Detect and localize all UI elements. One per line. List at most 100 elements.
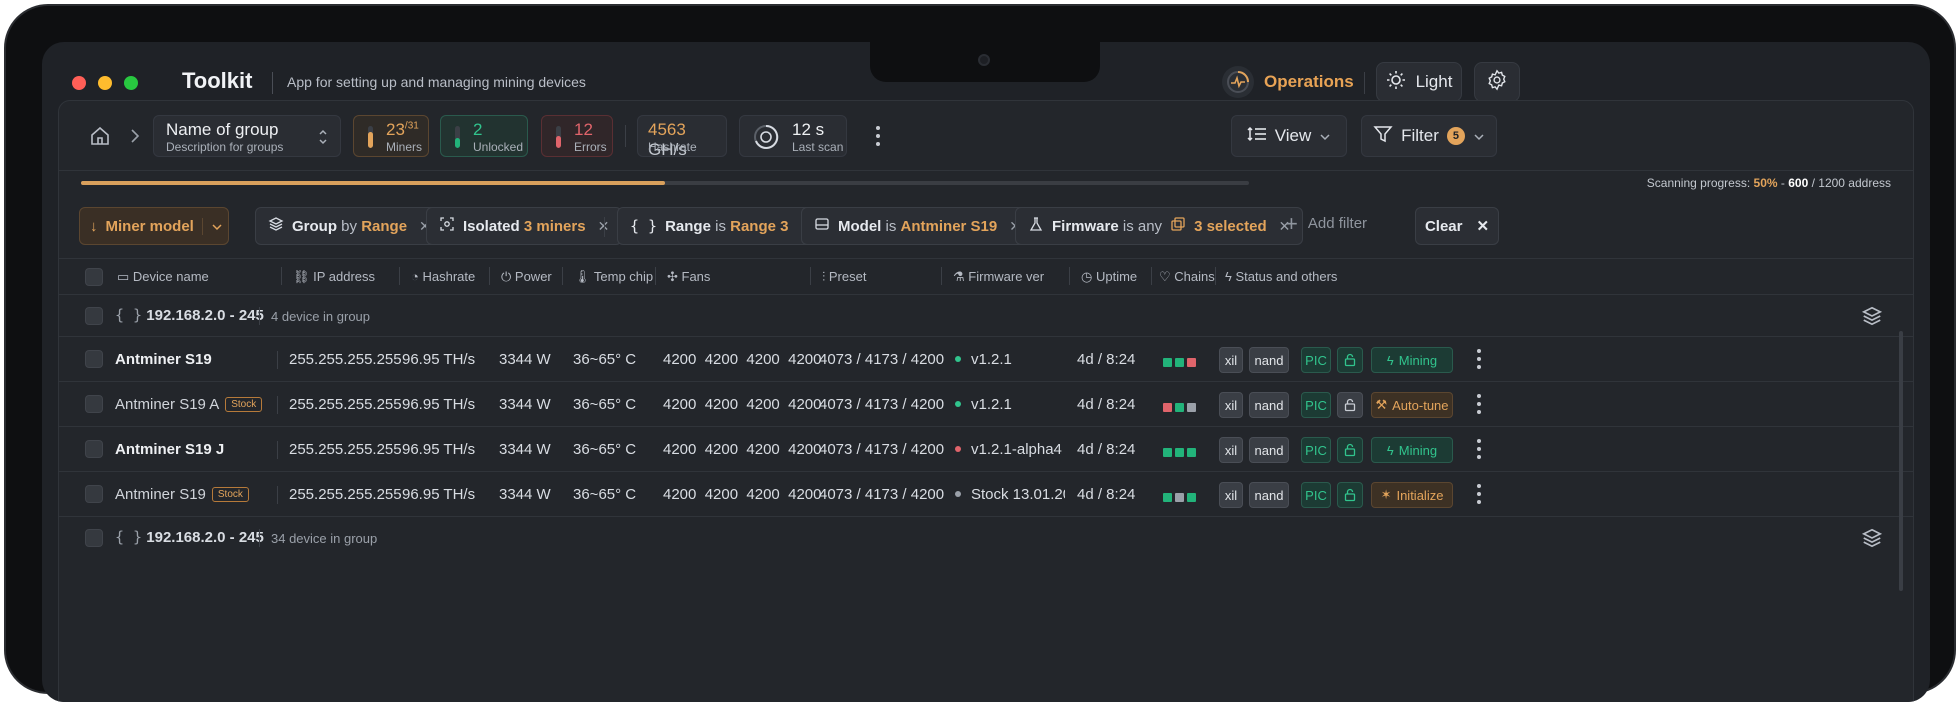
copy-icon xyxy=(1170,216,1186,236)
col-device-name[interactable]: ▭ Device name xyxy=(117,269,209,285)
row-checkbox[interactable] xyxy=(85,485,103,503)
status-badge[interactable]: ✶ Initialize xyxy=(1371,482,1453,508)
filter-button[interactable]: Filter 5 xyxy=(1361,115,1497,157)
group-selector[interactable]: Name of group Description for groups xyxy=(153,115,341,157)
filter-chip-range[interactable]: { } Range is Range 3 ✕ xyxy=(617,207,826,245)
col-preset[interactable]: ⫶ Preset xyxy=(822,269,866,285)
layers-icon[interactable] xyxy=(1861,305,1883,332)
xil-tag[interactable]: xil xyxy=(1219,392,1243,418)
table-row[interactable]: Antminer S19 A Stock 255.255.255.255 96.9… xyxy=(59,382,1913,427)
col-status[interactable]: ϟ Status and others xyxy=(1225,269,1337,284)
operations-button[interactable]: Operations xyxy=(1222,64,1354,100)
filter-chip-group-by[interactable]: Group by Range ✕ xyxy=(255,207,444,245)
nand-tag[interactable]: nand xyxy=(1249,392,1289,418)
col-firmware[interactable]: ⚗ Firmware ver xyxy=(953,269,1044,285)
pic-tag[interactable]: PIC xyxy=(1301,437,1331,463)
status-badge[interactable]: ⚒ Auto-tune xyxy=(1371,392,1453,418)
isolated-value: 3 miners xyxy=(523,217,586,235)
row-more-menu[interactable] xyxy=(1477,394,1481,414)
device-name[interactable]: Antminer S19 A Stock xyxy=(115,396,263,413)
status-badge[interactable]: ϟ Mining xyxy=(1371,347,1453,373)
table-scrollbar[interactable] xyxy=(1899,331,1903,591)
status-icon: ϟ xyxy=(1386,442,1394,458)
stock-badge: Stock xyxy=(211,487,249,502)
view-label: View xyxy=(1274,126,1312,145)
pic-tag[interactable]: PIC xyxy=(1301,392,1331,418)
col-power[interactable]: ⏻ Power xyxy=(501,269,552,285)
col-hashrate[interactable]: ◔ Hashrate xyxy=(411,269,475,284)
home-icon[interactable] xyxy=(89,125,111,152)
model-field: Model xyxy=(838,217,882,235)
last-scan-stat[interactable]: 12 s Last scan xyxy=(739,115,847,157)
clear-filters-button[interactable]: Clear ✕ xyxy=(1415,207,1499,245)
miners-stat[interactable]: 23/31 Miners xyxy=(353,115,429,157)
unlocked-stat[interactable]: 2 Unlocked xyxy=(440,115,528,157)
close-window-button[interactable] xyxy=(72,76,86,90)
preset: 4073 / 4173 / 4200 xyxy=(819,396,945,413)
status-badge[interactable]: ϟ Mining xyxy=(1371,437,1453,463)
xil-tag[interactable]: xil xyxy=(1219,437,1243,463)
row-checkbox[interactable] xyxy=(85,440,103,458)
temp-chip: 36~65° C xyxy=(573,486,637,503)
chevron-down-icon xyxy=(1473,126,1485,146)
nand-tag[interactable]: nand xyxy=(1249,437,1289,463)
gear-icon xyxy=(1486,69,1508,96)
group-checkbox[interactable] xyxy=(85,529,103,547)
col-uptime[interactable]: ◷ Uptime xyxy=(1081,269,1137,285)
xil-tag[interactable]: xil xyxy=(1219,482,1243,508)
minimize-window-button[interactable] xyxy=(98,76,112,90)
lock-icon[interactable] xyxy=(1337,392,1363,418)
device-name[interactable]: Antminer S19 xyxy=(115,351,212,368)
plus-icon: + xyxy=(1285,210,1298,236)
row-more-menu[interactable] xyxy=(1477,439,1481,459)
filter-chip-model[interactable]: Model is Antminer S19 ✕ xyxy=(801,207,1034,245)
miners-count: 23 xyxy=(386,120,405,139)
settings-button[interactable] xyxy=(1474,62,1520,102)
header-divider xyxy=(1364,72,1365,94)
device-name-text: Antminer S19 xyxy=(115,351,212,368)
theme-toggle-button[interactable]: Light xyxy=(1376,62,1462,102)
device-name[interactable]: Antminer S19 Stock xyxy=(115,486,249,503)
col-fans[interactable]: ✣ Fans xyxy=(667,269,710,285)
scan-progress-text: Scanning progress: 50% - 600 / 1200 addr… xyxy=(1647,176,1891,190)
row-checkbox[interactable] xyxy=(85,350,103,368)
filter-chip-isolated[interactable]: Isolated 3 miners ✕ xyxy=(426,207,623,245)
select-all-checkbox[interactable] xyxy=(85,268,103,286)
scan-done: 600 xyxy=(1788,176,1809,190)
table-row[interactable]: Antminer S19 255.255.255.255 96.95 TH/s … xyxy=(59,337,1913,382)
row-checkbox[interactable] xyxy=(85,395,103,413)
xil-tag[interactable]: xil xyxy=(1219,347,1243,373)
layers-icon[interactable] xyxy=(1861,527,1883,554)
table-row[interactable]: Antminer S19 J 255.255.255.255 96.95 TH/… xyxy=(59,427,1913,472)
group-row[interactable]: { } 192.168.2.0 - 245 34 device in group xyxy=(59,517,1913,559)
maximize-window-button[interactable] xyxy=(124,76,138,90)
group-row[interactable]: { } 192.168.2.0 - 245 4 device in group xyxy=(59,295,1913,337)
pic-tag[interactable]: PIC xyxy=(1301,347,1331,373)
lock-icon[interactable] xyxy=(1337,437,1363,463)
pic-tag[interactable]: PIC xyxy=(1301,482,1331,508)
device-name[interactable]: Antminer S19 J xyxy=(115,441,224,458)
nand-tag[interactable]: nand xyxy=(1249,482,1289,508)
status-icon: ✶ xyxy=(1380,487,1392,502)
col-divider xyxy=(1151,267,1152,285)
row-more-menu[interactable] xyxy=(1477,484,1481,504)
row-more-menu[interactable] xyxy=(1477,349,1481,369)
lock-icon[interactable] xyxy=(1337,482,1363,508)
nand-tag[interactable]: nand xyxy=(1249,347,1289,373)
add-filter-button[interactable]: + Add filter xyxy=(1285,210,1367,236)
table-row[interactable]: Antminer S19 Stock 255.255.255.255 96.95 … xyxy=(59,472,1913,517)
unlocked-indicator xyxy=(455,126,460,148)
errors-stat[interactable]: 12 Errors xyxy=(541,115,613,157)
toolbar-more-menu[interactable] xyxy=(876,126,880,146)
group-count: 4 device in group xyxy=(271,309,371,324)
device-bezel: Toolkit App for setting up and managing … xyxy=(4,4,1956,702)
col-temp-chip[interactable]: 🌡 Temp chip xyxy=(574,269,653,285)
col-chains-label: Chains xyxy=(1174,269,1215,284)
group-checkbox[interactable] xyxy=(85,307,103,325)
filter-chip-firmware[interactable]: Firmware is any 3 selected ✕ xyxy=(1015,207,1304,245)
col-ip-address[interactable]: ⛓ IP address xyxy=(293,269,375,285)
miner-model-sort[interactable]: ↓ Miner model xyxy=(79,207,229,245)
view-button[interactable]: View xyxy=(1231,115,1347,157)
col-chains[interactable]: ♡ Chains xyxy=(1159,269,1215,285)
lock-icon[interactable] xyxy=(1337,347,1363,373)
